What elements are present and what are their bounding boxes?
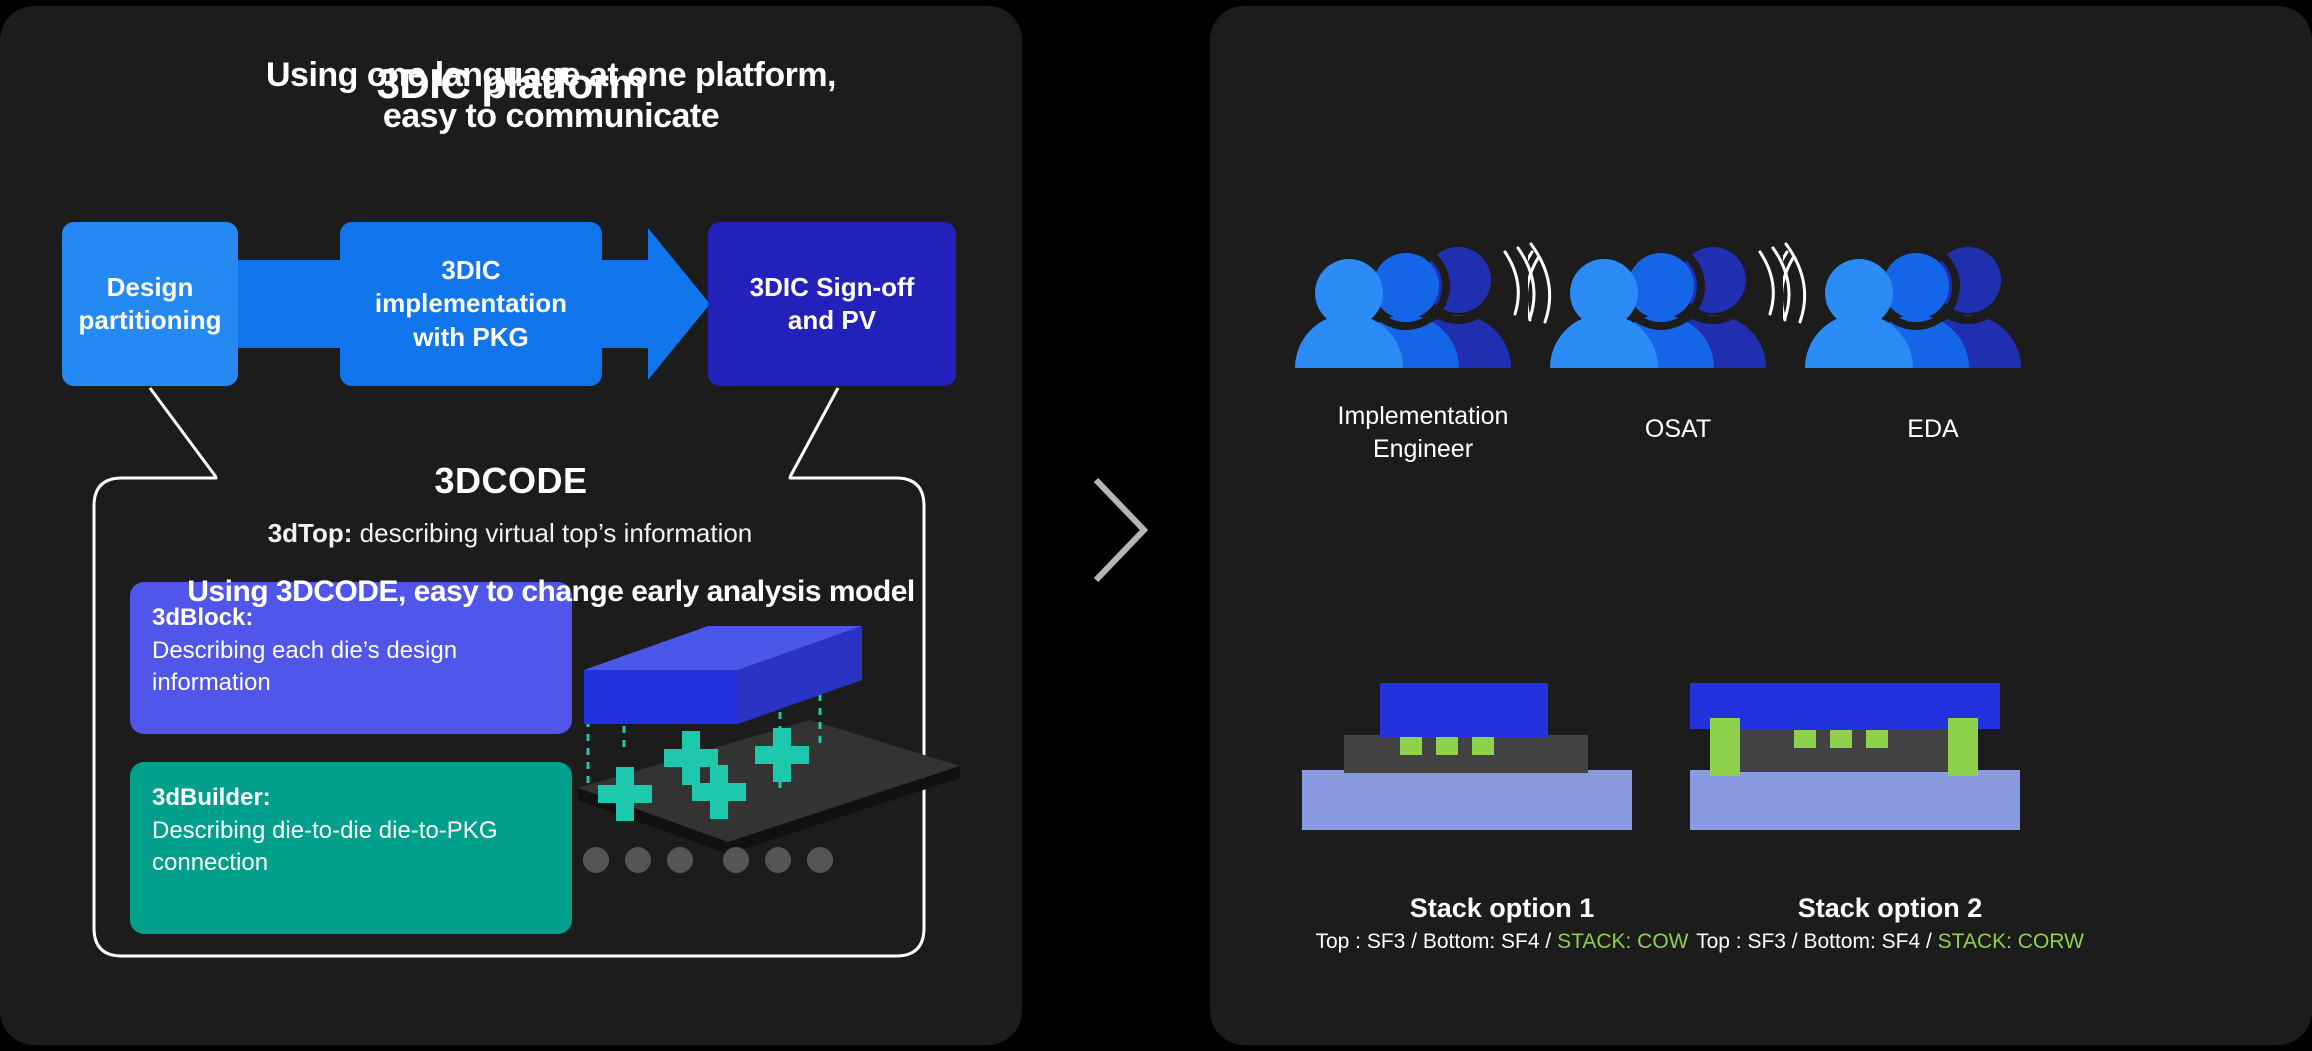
people-label-eda: EDA — [1907, 415, 1959, 443]
right-panel-title-line1: Using one language at one platform, — [266, 56, 837, 94]
stack-option-2-spec-highlight: STACK: CORW — [1937, 930, 2084, 953]
stack-option-2-spec: Top : SF3 / Bottom: SF4 / STACK: CORW — [1660, 930, 2120, 954]
stack-option-2-diagram — [1690, 683, 2020, 830]
code-section-title: 3DCODE — [434, 460, 588, 501]
code-card-3dbuilder[interactable]: 3dBuilder: Describing die-to-die die-to-… — [130, 762, 572, 934]
flow-step-3dic-implementation[interactable]: 3DIC implementation with PKG — [340, 222, 602, 386]
right-panel-title-line2: easy to communicate — [382, 97, 720, 136]
right-panel-title: Using one language at one platform, easy… — [0, 55, 1102, 138]
chip-stack-3d-illustration — [578, 626, 960, 873]
code-card-3dbuilder-title: 3dBuilder: — [152, 784, 271, 811]
people-label-line1: Implementation — [1337, 402, 1509, 430]
code-card-3dblock-desc: Describing each die’s design information — [152, 636, 458, 697]
code-subtitle-desc: describing virtual top’s information — [352, 518, 753, 548]
flow-step-design-partitioning[interactable]: Design partitioning — [62, 222, 238, 386]
right-panel — [1210, 6, 2312, 1045]
stack-option-2-spec-plain: Top : SF3 / Bottom: SF4 / — [1696, 930, 1938, 953]
flow-step-3dic-signoff[interactable]: 3DIC Sign-off and PV — [708, 222, 956, 386]
stack-option-2-name: Stack option 2 — [1797, 893, 1983, 923]
code-subtitle-term: 3dTop: — [267, 518, 353, 548]
people-label-line2: Engineer — [1372, 435, 1474, 463]
people-group-eda — [1783, 238, 2021, 368]
stack-option-1-diagram — [1302, 683, 1632, 830]
code-section-subtitle: 3dTop: describing virtual top’s informat… — [92, 518, 928, 549]
chevron-right-icon — [1093, 477, 1149, 583]
code-card-3dbuilder-desc: Describing die-to-die die-to-PKG connect… — [152, 816, 498, 877]
stack-option-1-spec-plain: Top : SF3 / Bottom: SF4 / — [1315, 930, 1558, 953]
slide-canvas: 3DIC platform Design partitioning 3DIC imp… — [0, 0, 2312, 1051]
right-panel-subtitle: Using 3DCODE, easy to change early analy… — [187, 575, 915, 608]
